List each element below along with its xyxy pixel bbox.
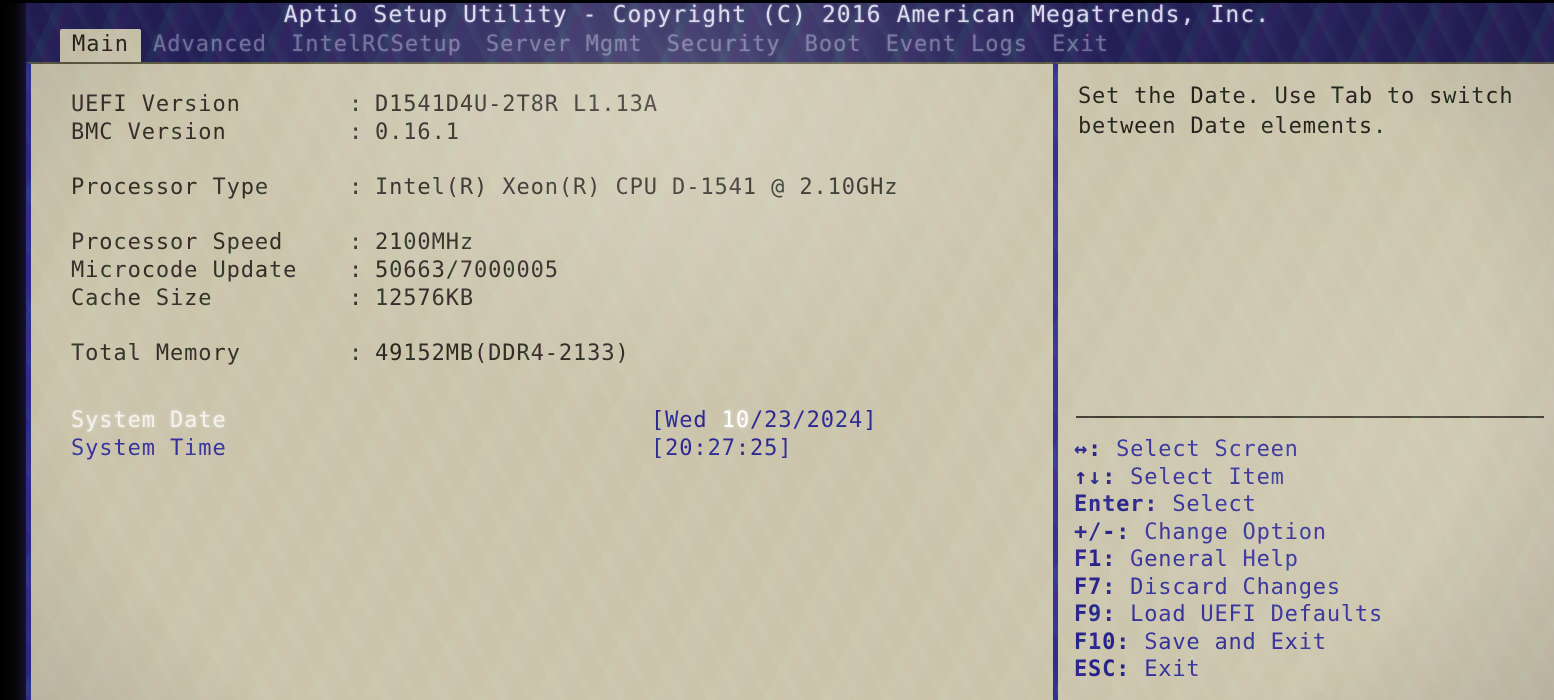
info-value: 2100MHz: [375, 230, 475, 255]
info-label: Processor Type: [71, 175, 270, 200]
menu-tab-intelrcsetup[interactable]: IntelRCSetup: [279, 29, 474, 62]
bios-setup-screen: Aptio Setup Utility - Copyright (C) 2016…: [0, 0, 1554, 700]
info-label: UEFI Version: [71, 92, 241, 117]
help-divider: [1076, 416, 1544, 418]
help-description: Set the Date. Use Tab to switch between …: [1078, 84, 1514, 139]
setting-value[interactable]: [Wed 10/23/2024]: [651, 408, 877, 433]
key-legend-action: Load UEFI Defaults: [1116, 602, 1383, 627]
page-title: Aptio Setup Utility - Copyright (C) 2016…: [283, 2, 1271, 28]
key-legend-action: General Help: [1116, 547, 1299, 572]
key-legend-keys: F9:: [1074, 602, 1117, 627]
key-legend-action: Select Screen: [1102, 437, 1299, 462]
key-legend-keys: ESC:: [1074, 657, 1131, 682]
menu-tab-advanced[interactable]: Advanced: [141, 29, 279, 62]
info-label: Total Memory: [71, 341, 241, 366]
system-settings-list[interactable]: System Date [Wed 10/23/2024] System Time [2…: [71, 408, 1031, 464]
key-legend-action: Exit: [1130, 657, 1201, 682]
info-row: Processor Speed:2100MHz: [71, 230, 1031, 258]
info-value: Intel(R) Xeon(R) CPU D-1541 @ 2.10GHz: [375, 175, 899, 200]
info-separator: :: [349, 258, 364, 283]
system-info-list: UEFI Version: D1541D4U-2T8R L1.13A BMC Ver…: [71, 92, 1031, 369]
key-legend-keys: +/-:: [1074, 519, 1131, 545]
info-value: D1541D4U-2T8R L1.13A: [375, 92, 658, 117]
menu-tab-boot[interactable]: Boot: [793, 29, 874, 62]
menu-tab-event-logs[interactable]: Event Logs: [874, 29, 1040, 62]
setting-value-prefix: [Wed: [651, 408, 722, 433]
key-legend-keys: F7:: [1074, 574, 1117, 600]
setting-label: System Time: [71, 436, 227, 461]
key-legend-action: Discard Changes: [1116, 574, 1341, 600]
key-legend-action: Select: [1158, 492, 1257, 517]
info-row: Total Memory:49152MB(DDR4-2133): [71, 341, 1031, 369]
monitor-bezel-left: [0, 0, 26, 700]
key-legend-row: ↔: Select Screen: [1074, 436, 1544, 464]
info-separator: :: [349, 175, 364, 200]
info-separator: :: [349, 120, 364, 145]
key-legend-keys: ↔:: [1074, 437, 1103, 462]
menu-tab-exit[interactable]: Exit: [1040, 29, 1121, 62]
info-value: 49152MB(DDR4-2133): [375, 341, 630, 366]
key-legend-row: ESC: Exit: [1074, 656, 1544, 684]
info-value: 50663/7000005: [375, 258, 559, 283]
menu-tab-security[interactable]: Security: [655, 29, 793, 62]
setting-value-suffix: /23/2024]: [750, 408, 878, 433]
key-legend-row: F9: Load UEFI Defaults: [1074, 601, 1544, 629]
key-legend-row: Enter: Select: [1074, 491, 1544, 519]
key-legend-keys: Enter:: [1074, 492, 1159, 517]
info-row: Processor Type: Intel(R) Xeon(R) CPU D-15…: [71, 175, 1031, 203]
menu-tab-server-mgmt[interactable]: Server Mgmt: [474, 29, 655, 62]
setting-value[interactable]: [20:27:25]: [651, 436, 792, 461]
menu-tab-main[interactable]: Main: [60, 29, 141, 62]
help-panel: Set the Date. Use Tab to switch between …: [1053, 62, 1554, 700]
key-legend-keys: F1:: [1074, 547, 1117, 572]
setting-row-system-date[interactable]: System Date [Wed 10/23/2024]: [71, 408, 1031, 436]
info-value: 0.16.1: [375, 120, 460, 145]
info-separator: :: [349, 341, 364, 366]
key-legend-row: F7: Discard Changes: [1074, 574, 1544, 602]
setting-value-focused-field[interactable]: 10: [722, 408, 750, 433]
info-label: Cache Size: [71, 286, 213, 311]
key-legend-keys: ↑↓:: [1074, 464, 1117, 490]
info-row: UEFI Version: D1541D4U-2T8R L1.13A: [71, 92, 1031, 120]
bios-screen-photo: Aptio Setup Utility - Copyright (C) 2016…: [0, 0, 1554, 700]
info-row: BMC Version:0.16.1: [71, 120, 1031, 148]
key-legend-action: Save and Exit: [1130, 629, 1327, 655]
info-label: Microcode Update: [71, 258, 298, 283]
setting-label: System Date: [71, 408, 227, 433]
key-legend-row: +/-: Change Option: [1074, 519, 1544, 547]
key-legend-action: Select Item: [1116, 464, 1285, 490]
key-legend-row: ↑↓: Select Item: [1074, 464, 1544, 492]
menu-tab-bar[interactable]: Main Advanced IntelRCSetup Server Mgmt Secur…: [60, 28, 1121, 62]
setting-row-system-time[interactable]: System Time [20:27:25]: [71, 436, 1031, 464]
info-label: Processor Speed: [71, 230, 284, 255]
key-legend-action: Change Option: [1130, 519, 1327, 545]
info-row: Cache Size:12576KB: [71, 286, 1031, 314]
key-legend-row: F1: General Help: [1074, 546, 1544, 574]
key-legend-keys: F10:: [1074, 629, 1131, 655]
info-label: BMC Version: [71, 120, 227, 145]
key-legend-list: ↔: Select Screen ↑↓: Select Item Enter: Se…: [1074, 436, 1544, 684]
main-content-panel: UEFI Version: D1541D4U-2T8R L1.13A BMC Ver…: [26, 62, 1053, 700]
key-legend-row: F10: Save and Exit: [1074, 629, 1544, 657]
info-row: Microcode Update:50663/7000005: [71, 258, 1031, 286]
info-separator: :: [349, 286, 364, 311]
monitor-bezel-top: [0, 0, 1554, 3]
info-separator: :: [349, 92, 364, 117]
info-separator: :: [349, 230, 364, 255]
info-value: 12576KB: [375, 286, 475, 311]
